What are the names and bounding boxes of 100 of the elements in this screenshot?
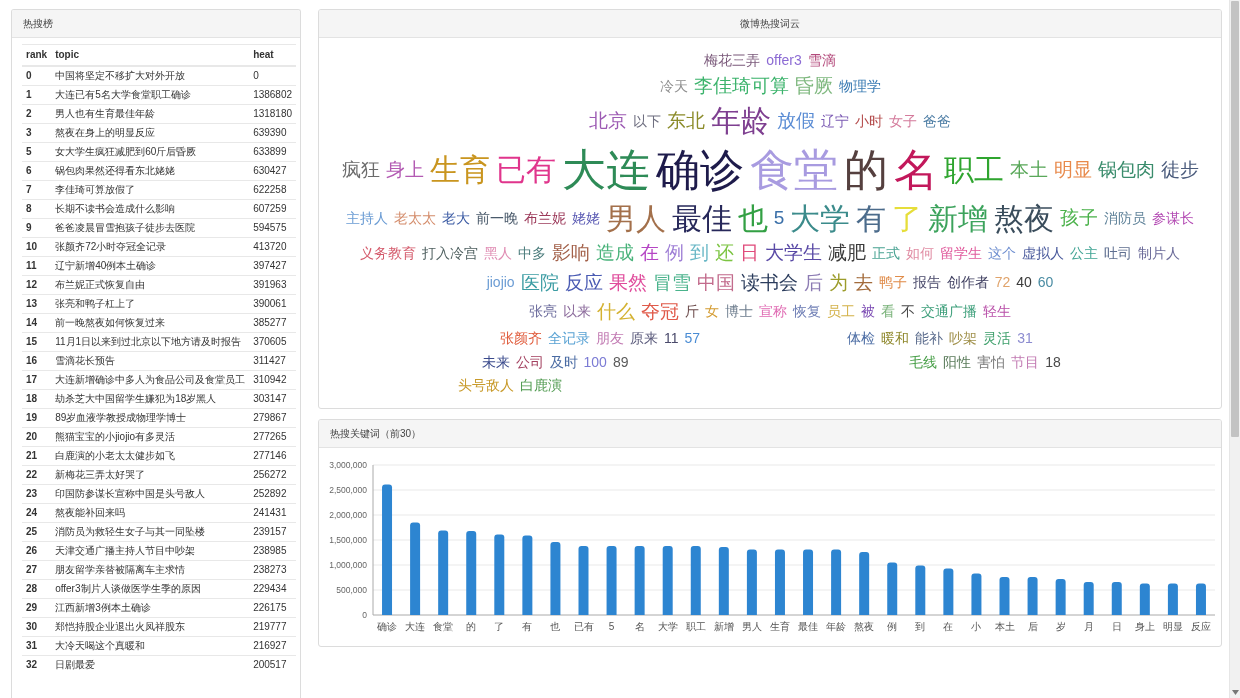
table-cell: 大连新增确诊中多人为食品公司及食堂员工 [51,370,250,390]
table-cell: 639390 [249,123,297,143]
cloud-word: 31 [1017,330,1033,346]
bar [1111,582,1122,615]
table-cell: 23 [22,484,52,504]
category-label: 名 [634,621,645,632]
axis-label: 500,000 [336,585,367,595]
category-label: 有 [522,621,533,632]
cloud-word: 日 [740,243,759,264]
table-cell: 锅包肉果然还得看东北姥姥 [51,161,250,181]
axis-label: 3,000,000 [329,460,367,470]
scrollbar-thumb[interactable] [1231,1,1239,437]
table-cell: 28 [22,579,52,599]
cloud-word: 昏厥 [794,76,833,97]
cloud-word: offer3 [766,52,802,68]
cloud-word: 影响 [552,243,590,264]
cloud-word: 义务教育 [360,246,416,262]
table-cell: 30 [22,617,52,637]
table-cell: 朋友留学亲替被隔离车主求情 [51,560,250,580]
table-cell: 14 [22,313,52,333]
cloud-word: 为 [828,272,848,294]
cloud-word: 11 [663,330,679,346]
bar [859,552,870,615]
cloud-word: 名 [893,146,938,194]
table-cell: 2 [22,104,52,124]
cloud-word: 去 [853,272,873,294]
cloud-word: 正式 [872,246,900,262]
panel-title: 热搜关键词（前30） [330,426,422,441]
table-cell: 张亮和鸭子杠上了 [51,294,250,314]
table-cell: 熬夜能补回来吗 [51,503,250,523]
table-cell: 226175 [249,598,297,618]
cloud-word: 有 [856,202,887,235]
cloud-word: 57 [684,330,701,346]
category-label: 5 [608,621,615,632]
bar [971,573,982,615]
cloud-word: 看 [881,304,895,320]
axis-label: 1,500,000 [329,535,367,545]
category-label: 反应 [1190,621,1211,632]
category-label: 也 [550,621,561,632]
category-label: 生育 [769,621,790,632]
axis-label: 2,500,000 [329,485,367,495]
table-cell: 1386802 [249,85,297,105]
cloud-word: 打入冷宫 [422,246,478,262]
cloud-word: 大连 [561,146,650,194]
bar [634,546,645,615]
cloud-word: 阳性 [943,354,972,370]
category-label: 最佳 [798,621,819,632]
cloud-word: 如何 [906,246,934,262]
cloud-word: 职工 [943,153,1004,187]
table-cell: 385277 [249,313,297,333]
table-cell: 0 [249,66,297,86]
table-cell: 303147 [249,389,297,409]
table-cell: 17 [22,370,52,390]
scroll-down-icon[interactable] [1231,690,1239,695]
table-cell: 大冷天喝这个真暖和 [51,636,250,656]
cloud-word: 主持人 [345,211,388,227]
cloud-word: 原来 [629,330,658,346]
cloud-word: 员工 [827,304,855,320]
cloud-word: 交通广播 [921,304,977,320]
cloud-word: 60 [1037,275,1054,291]
cloud-word: 后 [803,272,823,294]
table-cell: 24 [22,503,52,523]
cloud-word: 未来 [481,354,510,370]
cloud-word: 徒步 [1160,159,1199,181]
table-cell: 633899 [249,142,297,162]
cloud-word: 姥姥 [571,211,600,227]
cloud-word: 以下 [633,114,661,130]
table-cell: 长期不读书会造成什么影响 [51,199,250,219]
bar [718,547,729,615]
cloud-word: 吵架 [949,330,978,346]
cloud-word: 张颜齐 [499,330,542,346]
bar [1139,583,1150,615]
cloud-word: 已有 [495,153,556,187]
table-cell: 256272 [249,465,297,485]
bar [1195,583,1206,615]
category-label: 了 [494,621,505,632]
table-cell: offer3制片人谈做医学生季的原因 [51,579,250,599]
table-cell: 布兰妮正式恢复自由 [51,275,250,295]
cloud-word: 灵活 [983,330,1012,346]
cloud-word: 疯狂 [341,159,380,181]
cloud-word: 害怕 [977,354,1006,370]
table-cell: 13 [22,294,52,314]
cloud-word: 还 [715,243,734,264]
bar [746,549,757,615]
cloud-word: 吐司 [1104,246,1132,262]
cloud-word: 鸭子 [878,275,907,291]
category-label: 例 [887,621,898,632]
category-label: 新增 [713,621,734,632]
table-cell: 277146 [249,446,297,466]
cloud-word: 黑人 [484,246,512,262]
table-cell: 李佳琦可算放假了 [51,180,250,200]
cloud-word: 锅包肉 [1097,159,1155,181]
category-label: 在 [943,621,954,632]
table-cell: 张颜齐72小时夺冠全记录 [51,237,250,257]
cloud-word: 孩子 [1060,208,1099,229]
cloud-word: 毛线 [909,354,938,370]
cloud-word: 了 [892,202,923,235]
cloud-word: 冷天 [659,79,688,95]
table-cell: 31 [22,636,52,656]
table-cell: 熊猫宝宝的小jiojio有多灵活 [51,427,250,447]
